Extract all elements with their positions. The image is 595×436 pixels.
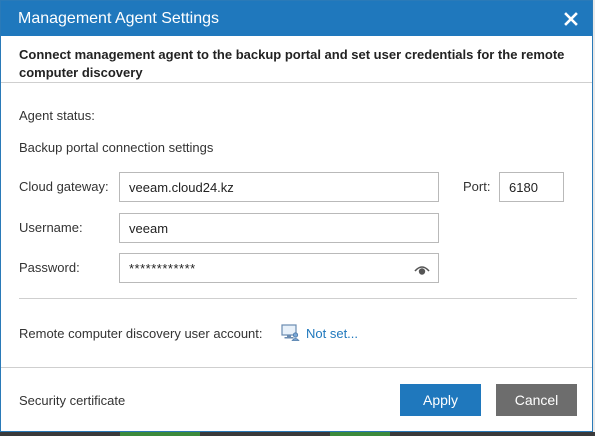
section-divider	[19, 298, 577, 299]
port-input[interactable]	[499, 172, 564, 202]
dialog-title: Management Agent Settings	[18, 9, 220, 27]
password-label: Password:	[19, 260, 80, 275]
dialog-titlebar: Management Agent Settings	[1, 1, 592, 36]
username-input[interactable]	[119, 213, 439, 243]
background-window-edge	[0, 432, 595, 436]
port-label: Port:	[463, 179, 491, 194]
cloud-gateway-input[interactable]	[119, 172, 439, 202]
show-password-button[interactable]	[414, 263, 430, 281]
cancel-button[interactable]: Cancel	[496, 384, 577, 416]
dialog-content: Agent status: Backup portal connection s…	[1, 83, 592, 365]
agent-status-label: Agent status:	[19, 108, 95, 123]
cloud-gateway-label: Cloud gateway:	[19, 179, 109, 194]
computer-user-icon	[281, 324, 300, 344]
username-label: Username:	[19, 220, 83, 235]
password-input[interactable]	[119, 253, 439, 283]
eye-icon	[414, 266, 430, 275]
portal-settings-heading: Backup portal connection settings	[19, 140, 214, 155]
discovery-account-label: Remote computer discovery user account:	[19, 326, 263, 341]
dialog-description: Connect management agent to the backup p…	[1, 36, 592, 83]
security-certificate-label: Security certificate	[19, 393, 126, 408]
discovery-account-link[interactable]: Not set...	[306, 326, 358, 341]
apply-button[interactable]: Apply	[400, 384, 481, 416]
close-icon	[564, 11, 578, 26]
close-button[interactable]	[560, 8, 582, 30]
management-agent-settings-dialog: Management Agent Settings Connect manage…	[0, 0, 593, 432]
dialog-footer: Security certificate Apply Cancel	[1, 367, 592, 431]
